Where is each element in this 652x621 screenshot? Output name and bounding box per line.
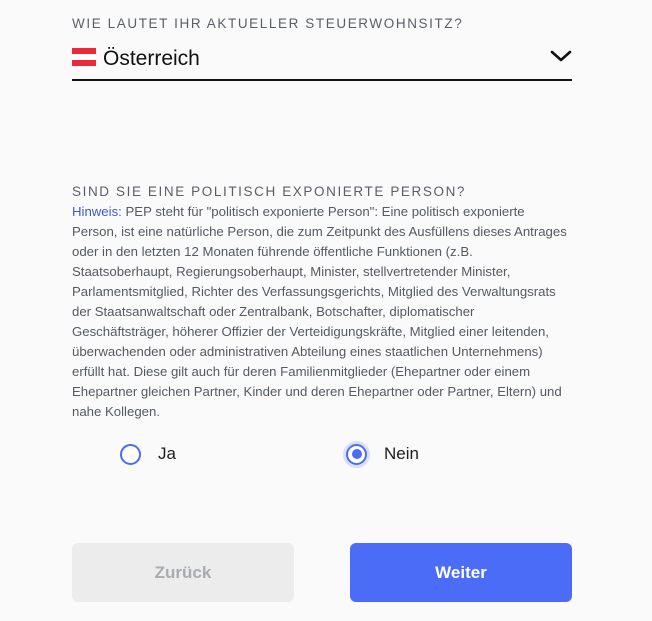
radio-nein[interactable]: [346, 443, 367, 465]
pep-hint-text: Hinweis: PEP steht für "politisch exponi…: [72, 202, 572, 422]
radio-option-ja[interactable]: Ja: [120, 440, 176, 468]
hint-body: PEP steht für "politisch exponierte Pers…: [72, 204, 567, 419]
radio-label-nein: Nein: [384, 444, 419, 463]
austria-flag-icon: [72, 48, 96, 66]
radio-label-ja: Ja: [158, 444, 176, 463]
radio-ja[interactable]: [120, 443, 141, 465]
pep-question-label: SIND SIE EINE POLITISCH EXPONIERTE PERSO…: [72, 184, 467, 199]
chevron-down-icon[interactable]: [550, 48, 572, 64]
radio-option-nein[interactable]: Nein: [346, 440, 419, 468]
next-button[interactable]: Weiter: [350, 543, 572, 602]
country-select[interactable]: Österreich: [72, 40, 572, 81]
hint-prefix: Hinweis:: [72, 204, 122, 219]
selected-country: Österreich: [103, 47, 200, 70]
residence-question-label: WIE LAUTET IHR AKTUELLER STEUERWOHNSITZ?: [72, 16, 464, 31]
back-button[interactable]: Zurück: [72, 543, 294, 602]
